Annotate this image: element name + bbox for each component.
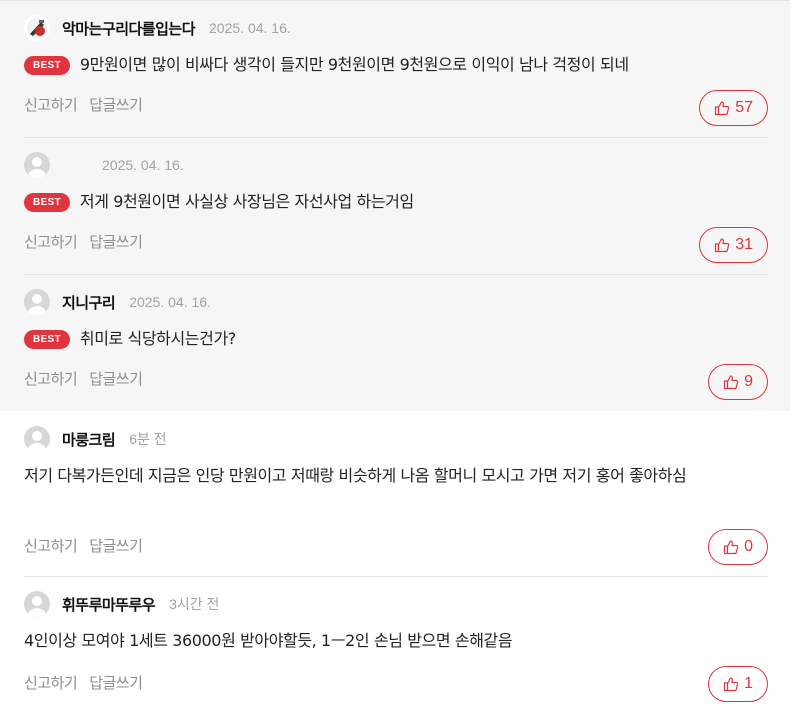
comment-item: 휘뚜루마뚜루우 3시간 전 4인이상 모여야 1세트 36000원 받아야할듯,… [24,590,770,716]
comment-date: 6분 전 [129,431,167,447]
thumbs-up-icon [723,540,739,555]
comment-header: 마룽크림 6분 전 [24,425,167,453]
thumbs-up-icon [723,375,739,390]
reply-button[interactable]: 답글쓰기 [89,672,143,693]
profile-image [27,18,47,38]
nickname[interactable]: 지니구리 [62,292,116,313]
like-count: 31 [735,236,753,253]
comment-text: 취미로 식당하시는건가? [79,329,236,348]
avatar[interactable] [24,15,50,41]
divider [24,137,768,138]
reply-button[interactable]: 답글쓰기 [89,231,143,252]
like-button[interactable]: 31 [699,227,768,263]
reply-button[interactable]: 답글쓰기 [89,368,143,389]
comment-body: 4인이상 모여야 1세트 36000원 받아야할듯, 1ㅡ2인 손님 받으면 손… [24,629,764,653]
comment-body: BEST 취미로 식당하시는건가? [24,327,236,351]
comment-header: 악마는구리다를입는다 2025. 04. 16. [24,14,291,42]
like-button[interactable]: 0 [708,529,768,565]
comment-header: 휘뚜루마뚜루우 3시간 전 [24,590,219,618]
comment-list: 악마는구리다를입는다 2025. 04. 16. BEST 9만원이면 많이 비… [0,0,794,718]
best-badge: BEST [24,56,70,75]
comment-body: BEST 저게 9천원이면 사실상 사장님은 자선사업 하는거임 [24,190,414,214]
comment-item: 악마는구리다를입는다 2025. 04. 16. BEST 9만원이면 많이 비… [24,14,770,140]
comment-date: 2025. 04. 16. [102,157,184,173]
thumbs-up-icon [715,238,730,253]
comment-body: BEST 9만원이면 많이 비싸다 생각이 들지만 9천원이면 9천원으로 이익… [24,53,629,77]
comment-actions: 신고하기 답글쓰기 [24,231,154,252]
comment-date: 3시간 전 [169,596,220,612]
like-count: 0 [744,538,753,555]
report-button[interactable]: 신고하기 [24,231,78,252]
best-badge: BEST [24,193,70,212]
report-button[interactable]: 신고하기 [24,368,78,389]
like-count: 1 [744,675,753,692]
comment-item: 지니구리 2025. 04. 16. BEST 취미로 식당하시는건가? 신고하… [24,288,770,410]
nickname[interactable]: 악마는구리다를입는다 [62,18,196,39]
comment-text: 저기 다복가든인데 지금은 인당 만원이고 저때랑 비슷하게 나옴 할머니 모시… [24,466,687,485]
comment-actions: 신고하기 답글쓰기 [24,368,154,389]
comment-item: 2025. 04. 16. BEST 저게 9천원이면 사실상 사장님은 자선사… [24,151,770,277]
nickname[interactable]: 휘뚜루마뚜루우 [62,594,156,615]
avatar[interactable] [24,289,50,315]
thumbs-up-icon [723,677,739,692]
reply-button[interactable]: 답글쓰기 [89,94,143,115]
comment-date: 2025. 04. 16. [129,294,211,310]
report-button[interactable]: 신고하기 [24,94,78,115]
comment-actions: 신고하기 답글쓰기 [24,672,154,693]
like-button[interactable]: 1 [708,666,768,702]
avatar[interactable] [24,152,50,178]
comment-actions: 신고하기 답글쓰기 [24,535,154,556]
nickname[interactable]: 마룽크림 [62,429,116,450]
avatar[interactable] [24,591,50,617]
like-count: 57 [735,99,753,116]
avatar[interactable] [24,426,50,452]
like-button[interactable]: 57 [699,90,768,126]
comment-body: 저기 다복가든인데 지금은 인당 만원이고 저때랑 비슷하게 나옴 할머니 모시… [24,464,764,488]
comment-text: 저게 9천원이면 사실상 사장님은 자선사업 하는거임 [79,192,414,211]
comment-date: 2025. 04. 16. [209,20,291,36]
comment-text: 4인이상 모여야 1세트 36000원 받아야할듯, 1ㅡ2인 손님 받으면 손… [24,631,513,650]
comment-actions: 신고하기 답글쓰기 [24,94,154,115]
thumbs-up-icon [715,101,730,116]
comment-header: 지니구리 2025. 04. 16. [24,288,211,316]
reply-button[interactable]: 답글쓰기 [89,535,143,556]
report-button[interactable]: 신고하기 [24,535,78,556]
comment-header: 2025. 04. 16. [24,151,184,179]
divider [24,274,768,275]
like-button[interactable]: 9 [708,364,768,400]
comment-item: 마룽크림 6분 전 저기 다복가든인데 지금은 인당 만원이고 저때랑 비슷하게… [24,425,770,575]
like-count: 9 [744,373,753,390]
report-button[interactable]: 신고하기 [24,672,78,693]
divider [24,576,768,577]
best-badge: BEST [24,330,70,349]
comment-text: 9만원이면 많이 비싸다 생각이 들지만 9천원이면 9천원으로 이익이 남나 … [79,55,629,74]
